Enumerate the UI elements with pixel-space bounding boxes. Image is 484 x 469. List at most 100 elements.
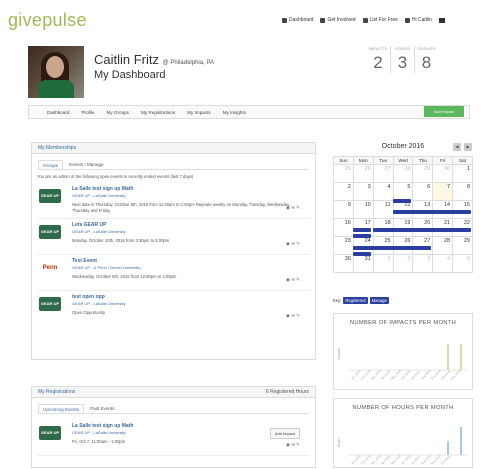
- event-title[interactable]: Test Event: [72, 258, 97, 264]
- event-time: Monday, October 10th, 2016 from 3:30pm t…: [72, 238, 170, 243]
- profile-avatar[interactable]: [28, 46, 84, 98]
- calendar-event-chip[interactable]: [353, 228, 371, 232]
- admin-note: You are an admin of the following open e…: [37, 174, 194, 179]
- hours-chart: NUMBER OF HOURS PER MONTH Hours Jan 2016…: [333, 398, 473, 468]
- subnav-my-registrations[interactable]: My Registrations: [141, 110, 175, 115]
- hours-chart-title: NUMBER OF HOURS PER MONTH: [352, 405, 454, 411]
- calendar-next-button[interactable]: ▶: [464, 143, 472, 151]
- calendar-event-chip[interactable]: [353, 234, 371, 238]
- list-item: GEAR UP test open opp GEAR UP - LaSalle …: [37, 291, 310, 327]
- gear-up-logo: GEAR UP: [39, 225, 61, 239]
- calendar-day[interactable]: 7: [432, 182, 454, 201]
- calendar-day[interactable]: 27: [372, 164, 394, 183]
- gear-up-logo: GEAR UP: [39, 297, 61, 311]
- subnav-my-impacts[interactable]: My Impacts: [187, 110, 210, 115]
- page-title: My Dashboard: [94, 69, 166, 81]
- event-time: Wednesday, October 5th, 2016 from 12:00p…: [72, 274, 177, 279]
- event-actions[interactable]: ◉ ✉ ✎: [286, 205, 300, 211]
- calendar-event-chip[interactable]: [353, 252, 371, 256]
- event-title[interactable]: La Salle test sign up Math: [72, 423, 133, 429]
- user-menu[interactable]: Hi Caitlin: [404, 17, 432, 23]
- calendar-event-chip[interactable]: [393, 199, 411, 203]
- calendar-day[interactable]: 8: [452, 182, 473, 201]
- calendar-day[interactable]: 1: [372, 254, 394, 273]
- subnav-my-insights[interactable]: My Insights: [223, 110, 246, 115]
- calendar-day[interactable]: 6: [412, 182, 434, 201]
- svg-text:Nov 2016: Nov 2016: [450, 369, 462, 381]
- impacts-bar: [447, 344, 449, 370]
- nav-dashboard[interactable]: Dashboard: [282, 17, 313, 23]
- calendar-day[interactable]: 3: [352, 182, 374, 201]
- tab-events-i-manage[interactable]: Events I Manage: [65, 160, 108, 169]
- calendar-day[interactable]: 9: [333, 200, 354, 219]
- calendar-day[interactable]: 29: [452, 236, 473, 255]
- calendar-day[interactable]: 26: [352, 164, 374, 183]
- day-header: Thu: [412, 156, 434, 165]
- registered-hours: 6 Registered Hours: [265, 389, 309, 395]
- event-actions[interactable]: ◉ ✉ ✎: [286, 277, 300, 283]
- subnav-profile[interactable]: Profile: [81, 110, 94, 115]
- calendar-day[interactable]: 30: [432, 164, 454, 183]
- calendar-day[interactable]: 16: [333, 218, 354, 237]
- tab-groups[interactable]: Groups: [38, 160, 64, 169]
- calendar-event-chip[interactable]: [393, 210, 471, 214]
- svg-text:Jul 2016: Jul 2016: [410, 370, 421, 381]
- event-org[interactable]: GEAR UP - LaSalle University: [72, 229, 126, 234]
- add-impact-small-button[interactable]: Add Impact: [269, 428, 300, 439]
- calendar-event-chip[interactable]: [373, 228, 471, 232]
- subnav-my-groups[interactable]: My Groups: [107, 110, 129, 115]
- add-impact-button[interactable]: Add Impact: [424, 106, 464, 117]
- calendar-day[interactable]: 4: [372, 182, 394, 201]
- profile-location: @ Philadelphia, PA: [162, 60, 214, 66]
- tab-past-events[interactable]: Past Events: [86, 404, 119, 413]
- calendar-day[interactable]: 28: [432, 236, 454, 255]
- list-icon: [362, 17, 368, 23]
- calendar-day[interactable]: 29: [412, 164, 434, 183]
- penn-logo: Penn: [39, 261, 61, 275]
- calendar-day[interactable]: 28: [392, 164, 414, 183]
- day-header: Sat: [452, 156, 473, 165]
- givepulse-logo[interactable]: givepulse: [8, 10, 87, 31]
- hours-bar: [447, 441, 449, 455]
- calendar-prev-button[interactable]: ◀: [453, 143, 461, 151]
- registrations-panel: My Registrations 6 Registered Hours Upco…: [31, 386, 316, 468]
- event-actions[interactable]: ◉ ✉ ✎: [286, 241, 300, 247]
- event-title[interactable]: Lets GEAR UP: [72, 222, 106, 228]
- calendar-day[interactable]: 25: [333, 164, 354, 183]
- subnav-dashboard[interactable]: Dashboard: [47, 110, 69, 115]
- calendar-day[interactable]: 2: [333, 182, 354, 201]
- calendar-day[interactable]: 5: [392, 182, 414, 201]
- event-org[interactable]: GEAR UP - LaSalle University: [72, 301, 126, 306]
- hours-y-label: Hours: [337, 437, 341, 447]
- tab-upcoming-events[interactable]: Upcoming Events: [38, 404, 85, 413]
- calendar-day[interactable]: 31: [352, 254, 374, 273]
- event-actions[interactable]: ◉ ✉ ✎: [286, 313, 300, 319]
- list-item: GEAR UP La Salle test sign up Math GEAR …: [37, 183, 310, 219]
- event-time: Next date is Thursday, October 6th, 2016…: [72, 202, 291, 213]
- day-header: Sun: [333, 156, 354, 165]
- calendar-day[interactable]: 2: [392, 254, 414, 273]
- calendar-day[interactable]: 4: [432, 254, 454, 273]
- calendar-day[interactable]: 23: [333, 236, 354, 255]
- event-title[interactable]: La Salle test sign up Math: [72, 186, 133, 192]
- hours-chart-svg: Hours Jan 2016 Feb 2016 Mar 2016 Apr 201…: [337, 427, 468, 466]
- calendar-day[interactable]: 3: [412, 254, 434, 273]
- nav-get-involved[interactable]: Get Involved: [320, 17, 356, 23]
- calendar-day[interactable]: 5: [452, 254, 473, 273]
- event-org[interactable]: GEAR UP - U Penn / Drexel University: [72, 265, 140, 270]
- event-title[interactable]: test open opp: [72, 294, 105, 300]
- calendar-day[interactable]: 30: [333, 254, 354, 273]
- top-nav: Dashboard Get Involved List For Free Hi …: [282, 17, 445, 23]
- nav-list-for-free[interactable]: List For Free: [362, 17, 398, 23]
- event-time: Open Opportunity: [72, 310, 106, 315]
- calendar-day[interactable]: 10: [352, 200, 374, 219]
- calendar-day[interactable]: 1: [452, 164, 473, 183]
- calendar-day[interactable]: 11: [372, 200, 394, 219]
- event-org[interactable]: GEAR UP - LaSalle University: [72, 193, 126, 198]
- event-time: Fri, Oct 7, 11:00am - 1:00pm: [72, 439, 126, 444]
- calendar-event-chip[interactable]: [353, 246, 431, 250]
- event-actions[interactable]: ◉ ✉ ✎: [286, 442, 300, 448]
- mail-icon[interactable]: [438, 17, 445, 23]
- memberships-tabs: Groups Events I Manage: [38, 160, 309, 170]
- event-org[interactable]: GEAR UP - LaSalle University: [72, 430, 126, 435]
